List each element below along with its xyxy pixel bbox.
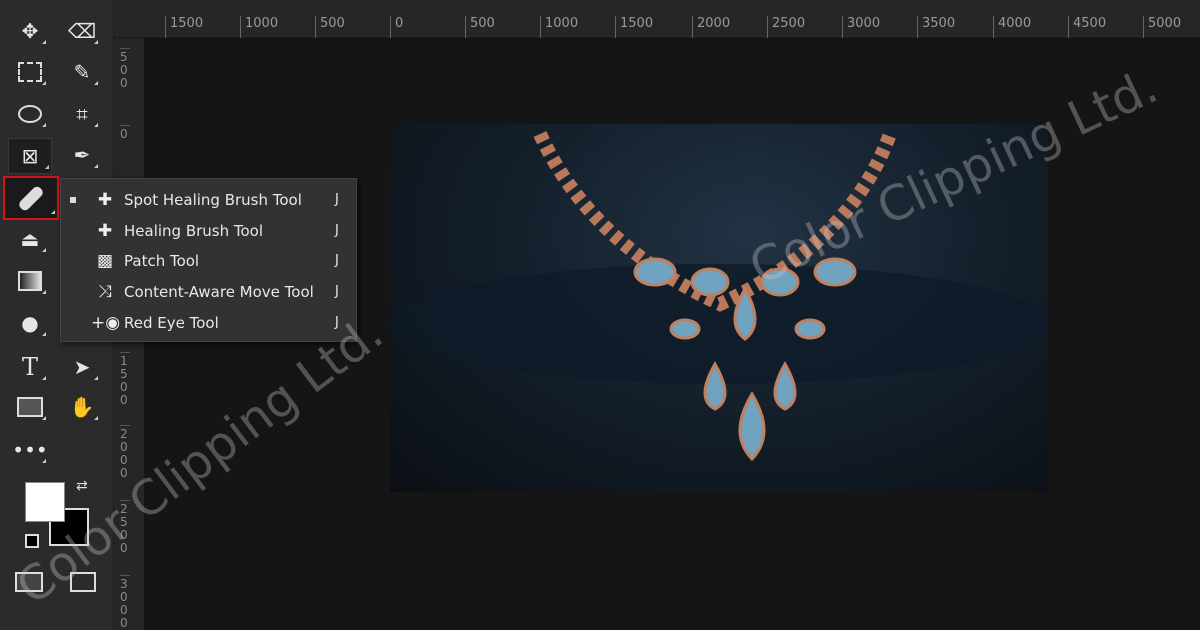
ruler-label: 4000 bbox=[993, 16, 1031, 38]
eraser-tool[interactable]: ⌫ bbox=[64, 14, 100, 48]
menu-item-red-eye[interactable]: +◉ Red Eye Tool J bbox=[61, 307, 356, 338]
bandage-icon: ✚ bbox=[97, 220, 113, 241]
marquee-icon bbox=[18, 62, 42, 82]
foreground-color-swatch[interactable] bbox=[25, 482, 65, 522]
ruler-label: 5000 bbox=[1143, 16, 1181, 38]
ruler-label: 1500 bbox=[615, 16, 653, 38]
eyedropper-tool[interactable]: ✒ bbox=[64, 138, 100, 172]
ruler-label: 1000 bbox=[240, 16, 278, 38]
ruler-label: 2000 bbox=[120, 425, 130, 480]
clone-stamp-tool[interactable]: ⏏ bbox=[12, 222, 48, 256]
active-indicator bbox=[70, 196, 76, 203]
healing-tools-flyout-menu: ✚ Spot Healing Brush Tool J ✚ Healing Brush… bbox=[60, 178, 357, 342]
ruler-label: 500 bbox=[120, 48, 130, 90]
red-eye-icon: +◉ bbox=[91, 312, 121, 333]
swap-colors-icon[interactable]: ⇄ bbox=[76, 478, 88, 494]
lasso-icon bbox=[18, 105, 42, 123]
ellipsis-icon: ••• bbox=[12, 438, 48, 462]
ruler-label: 3500 bbox=[917, 16, 955, 38]
ruler-label: 4500 bbox=[1068, 16, 1106, 38]
rectangle-tool[interactable] bbox=[12, 390, 48, 424]
quick-selection-tool[interactable]: ✎ bbox=[64, 55, 100, 89]
ruler-label: 3000 bbox=[842, 16, 880, 38]
quick-selection-icon: ✎ bbox=[73, 60, 91, 84]
dodge-icon: ● bbox=[21, 311, 39, 335]
spot-healing-brush-tool[interactable] bbox=[3, 176, 59, 220]
hand-icon: ✋ bbox=[69, 395, 95, 419]
hand-tool[interactable]: ✋ bbox=[64, 390, 100, 424]
spot-healing-icon: ✚ bbox=[97, 189, 113, 210]
ruler-label: 1500 bbox=[165, 16, 203, 38]
gradient-icon bbox=[18, 271, 42, 291]
ruler-label: 1000 bbox=[540, 16, 578, 38]
move-icon: ✥ bbox=[21, 19, 39, 43]
gradient-tool[interactable] bbox=[12, 264, 48, 298]
frame-tool[interactable]: ⊠ bbox=[8, 138, 52, 174]
move-tool[interactable]: ✥ bbox=[12, 14, 48, 48]
crop-icon: ⌗ bbox=[76, 102, 88, 126]
ruler-label: 0 bbox=[390, 16, 403, 38]
ruler-label: 500 bbox=[315, 16, 345, 38]
content-aware-move-icon: ⤨ bbox=[98, 281, 112, 302]
default-colors-icon[interactable] bbox=[25, 534, 39, 548]
type-tool[interactable]: T bbox=[12, 350, 48, 384]
type-icon: T bbox=[21, 353, 38, 381]
lasso-tool[interactable] bbox=[12, 97, 48, 131]
ruler-label: 3000 bbox=[120, 575, 130, 630]
ruler-label: 2000 bbox=[692, 16, 730, 38]
more-tools-button[interactable]: ••• bbox=[12, 433, 48, 467]
ruler-label: 500 bbox=[465, 16, 495, 38]
menu-item-spot-healing-brush[interactable]: ✚ Spot Healing Brush Tool J bbox=[61, 184, 356, 215]
frame-icon: ⊠ bbox=[21, 144, 39, 168]
bandage-icon bbox=[17, 184, 45, 212]
menu-item-content-aware-move[interactable]: ⤨ Content-Aware Move Tool J bbox=[61, 276, 356, 307]
dodge-tool[interactable]: ● bbox=[12, 306, 48, 340]
eraser-icon: ⌫ bbox=[67, 19, 97, 43]
menu-item-healing-brush[interactable]: ✚ Healing Brush Tool J bbox=[61, 215, 356, 246]
path-selection-tool[interactable]: ➤ bbox=[64, 350, 100, 384]
ruler-label: 0 bbox=[120, 125, 130, 141]
patch-icon: ▩ bbox=[96, 250, 114, 271]
arrow-icon: ➤ bbox=[73, 355, 91, 379]
horizontal-ruler: 1500 1000 500 0 500 1000 1500 2000 2500 3000 3500 4… bbox=[114, 0, 1200, 38]
crop-tool[interactable]: ⌗ bbox=[64, 97, 100, 131]
menu-item-patch[interactable]: ▩ Patch Tool J bbox=[61, 245, 356, 276]
stamp-icon: ⏏ bbox=[20, 227, 40, 251]
marquee-tool[interactable] bbox=[12, 55, 48, 89]
rectangle-icon bbox=[17, 397, 43, 417]
ruler-label: 1500 bbox=[120, 352, 130, 407]
ruler-label: 2500 bbox=[767, 16, 805, 38]
eyedropper-icon: ✒ bbox=[73, 143, 91, 167]
